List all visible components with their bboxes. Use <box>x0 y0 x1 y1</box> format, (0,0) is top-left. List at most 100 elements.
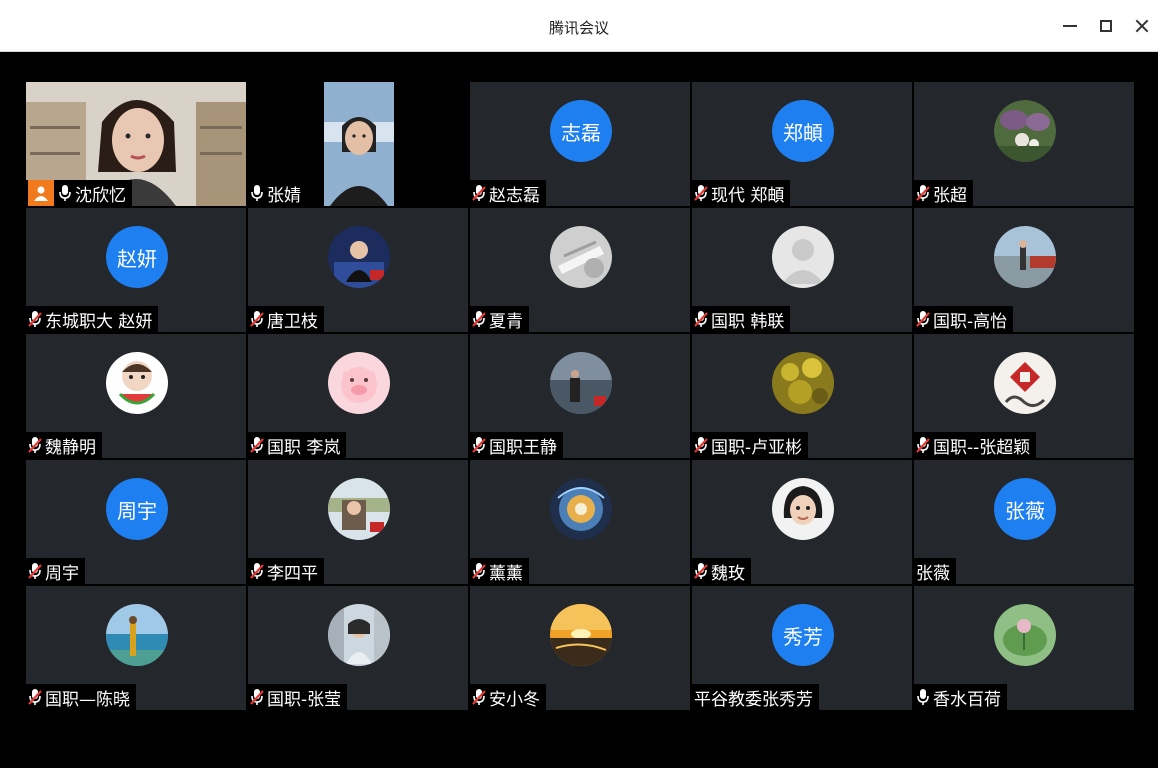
avatar-photo <box>106 604 168 666</box>
participant-name-bar: 国职--张超颖 <box>914 432 1037 458</box>
participant-name-bar: 夏青 <box>470 306 529 332</box>
participant-name: 国职王静 <box>489 437 557 458</box>
participant-name: 沈欣忆 <box>75 185 126 206</box>
participant-tile[interactable]: 魏玫 <box>692 460 912 584</box>
mic-icon <box>917 689 929 705</box>
avatar-photo <box>994 100 1056 162</box>
participant-name-bar: 国职-卢亚彬 <box>692 432 809 458</box>
close-button[interactable] <box>1130 14 1154 38</box>
child-portrait-icon <box>772 478 834 540</box>
participant-grid: 沈欣忆 张婧 志磊 赵志磊 郑頔 现代 郑頔 张超 赵妍 东城职大 赵妍 唐卫枝 夏青 国职 韩联 国职… <box>26 82 1136 710</box>
mic-muted-icon <box>694 311 708 327</box>
grey-abstract-icon <box>550 226 612 288</box>
maximize-button[interactable] <box>1094 14 1118 38</box>
minimize-icon <box>1063 25 1077 27</box>
mic-muted-icon <box>28 689 42 705</box>
mic-icon <box>251 185 263 201</box>
participant-name-bar: 东城职大 赵妍 <box>26 306 159 332</box>
participant-tile[interactable]: 国职-张莹 <box>248 586 468 710</box>
mic-muted-icon <box>472 437 486 453</box>
avatar-photo <box>550 478 612 540</box>
lake-person-icon <box>550 352 612 414</box>
avatar-photo <box>550 604 612 666</box>
participant-tile[interactable]: 张超 <box>914 82 1134 206</box>
participant-name: 平谷教委张秀芳 <box>694 689 813 710</box>
participant-name-bar: 魏玫 <box>692 558 751 584</box>
participant-name: 东城职大 赵妍 <box>45 311 153 332</box>
participant-name-bar: 张超 <box>914 180 973 206</box>
avatar-photo <box>106 352 168 414</box>
mic-muted-icon <box>694 185 708 201</box>
participant-tile[interactable]: 国职-高怡 <box>914 208 1134 332</box>
participant-name: 国职 李岚 <box>267 437 341 458</box>
participant-tile[interactable]: 国职-卢亚彬 <box>692 334 912 458</box>
participant-name: 安小冬 <box>489 689 540 710</box>
mic-muted-icon <box>916 311 930 327</box>
mic-muted-icon <box>250 311 264 327</box>
participant-tile[interactable]: 志磊赵志磊 <box>470 82 690 206</box>
participant-name-bar: 赵志磊 <box>470 180 546 206</box>
participant-name: 赵志磊 <box>489 185 540 206</box>
participant-tile[interactable]: 李四平 <box>248 460 468 584</box>
presenter-icon <box>328 226 390 288</box>
mic-muted-icon <box>472 185 486 201</box>
participant-name: 国职—陈晓 <box>45 689 130 710</box>
minimize-button[interactable] <box>1058 14 1082 38</box>
participant-tile[interactable]: 秀芳 平谷教委张秀芳 <box>692 586 912 710</box>
participant-tile[interactable]: 国职—陈晓 <box>26 586 246 710</box>
participant-tile[interactable]: 郑頔 现代 郑頔 <box>692 82 912 206</box>
participant-tile[interactable]: 薰薰 <box>470 460 690 584</box>
participant-tile[interactable]: 国职王静 <box>470 334 690 458</box>
participant-name-bar: 国职-高怡 <box>914 306 1014 332</box>
participant-name: 张薇 <box>916 563 950 584</box>
participant-tile[interactable]: 国职--张超颖 <box>914 334 1134 458</box>
participant-name-bar: 唐卫枝 <box>248 306 324 332</box>
avatar-text: 周宇 <box>106 478 168 540</box>
participant-name-bar: 魏静明 <box>26 432 102 458</box>
participant-name-bar: 沈欣忆 <box>26 180 132 206</box>
red-seal-icon <box>994 352 1056 414</box>
participant-tile[interactable]: 魏静明 <box>26 334 246 458</box>
title-bar: 腾讯会议 <box>0 0 1158 52</box>
participant-tile[interactable]: 张薇 张薇 <box>914 460 1134 584</box>
mic-muted-icon <box>28 563 42 579</box>
participant-tile[interactable]: 张婧 <box>248 82 468 206</box>
mic-icon <box>59 185 71 201</box>
mic-muted-icon <box>28 437 42 453</box>
avatar-text: 志磊 <box>550 100 612 162</box>
participant-tile[interactable]: 安小冬 <box>470 586 690 710</box>
participant-name-bar: 平谷教委张秀芳 <box>692 684 819 710</box>
participant-name: 魏静明 <box>45 437 96 458</box>
participant-tile[interactable]: 香水百荷 <box>914 586 1134 710</box>
participant-name-bar: 香水百荷 <box>914 684 1007 710</box>
participant-name: 夏青 <box>489 311 523 332</box>
avatar-text: 郑頔 <box>772 100 834 162</box>
participant-name: 国职-高怡 <box>933 311 1008 332</box>
window-title: 腾讯会议 <box>548 19 609 37</box>
participant-name-bar: 国职王静 <box>470 432 563 458</box>
participant-name-bar: 周宇 <box>26 558 85 584</box>
participant-name-bar: 张薇 <box>914 558 956 584</box>
mic-muted-icon <box>250 563 264 579</box>
participant-tile[interactable]: 沈欣忆 <box>26 82 246 206</box>
mic-muted-icon <box>472 311 486 327</box>
avatar-photo <box>772 352 834 414</box>
participant-tile[interactable]: 国职 韩联 <box>692 208 912 332</box>
avatar-photo <box>328 352 390 414</box>
participant-tile[interactable]: 夏青 <box>470 208 690 332</box>
lotus-leaf-icon <box>994 604 1056 666</box>
woman-street-icon <box>328 604 390 666</box>
mic-muted-icon <box>28 311 42 327</box>
avatar-photo <box>328 226 390 288</box>
participant-name: 薰薰 <box>489 563 523 584</box>
participant-name: 李四平 <box>267 563 318 584</box>
participant-name-bar: 李四平 <box>248 558 324 584</box>
participant-tile[interactable]: 赵妍 东城职大 赵妍 <box>26 208 246 332</box>
participant-name-bar: 国职—陈晓 <box>26 684 136 710</box>
participant-tile[interactable]: 国职 李岚 <box>248 334 468 458</box>
avatar-photo <box>328 604 390 666</box>
mic-muted-icon <box>250 437 264 453</box>
participant-tile[interactable]: 唐卫枝 <box>248 208 468 332</box>
maximize-icon <box>1100 20 1112 32</box>
participant-tile[interactable]: 周宇 周宇 <box>26 460 246 584</box>
